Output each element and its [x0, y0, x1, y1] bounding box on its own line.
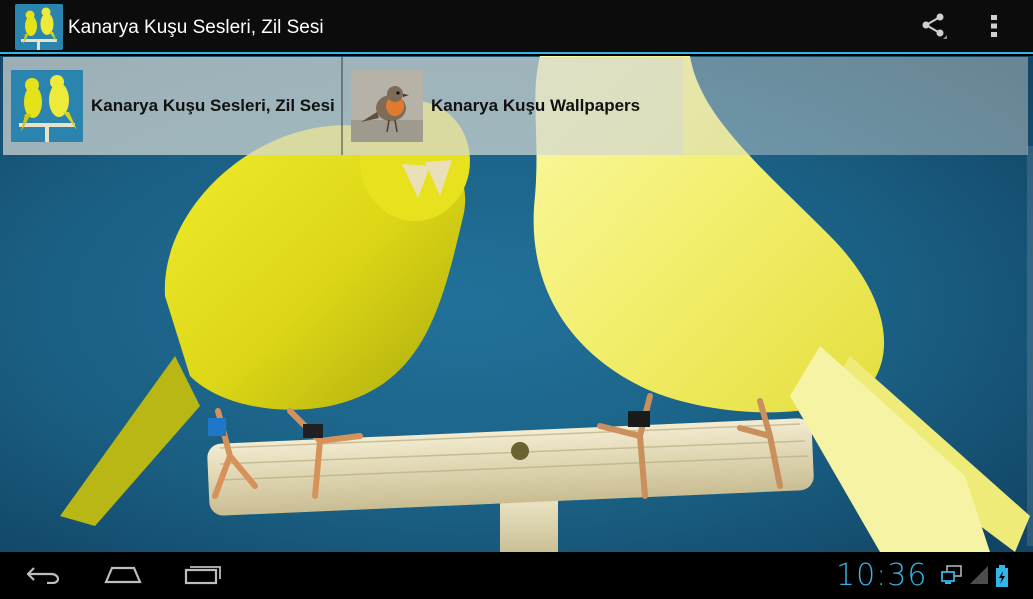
system-navigation-bar: 10:36 — [0, 552, 1033, 599]
promo-strip-filler — [683, 57, 1028, 155]
share-icon — [921, 12, 947, 45]
scroll-indicator — [1027, 146, 1033, 546]
network-icon — [941, 565, 963, 590]
back-button[interactable] — [13, 556, 73, 596]
signal-icon — [969, 565, 989, 590]
promo-label-wallpapers: Kanarya Kuşu Wallpapers — [431, 96, 641, 115]
promo-label-sounds: Kanarya Kuşu Sesleri, Zil Sesi — [91, 96, 335, 115]
recent-apps-button[interactable] — [173, 556, 233, 596]
overflow-menu-button[interactable] — [972, 8, 1016, 48]
recent-apps-icon — [184, 563, 222, 590]
battery-charging-icon — [995, 565, 1009, 592]
promo-item-wallpapers[interactable]: Kanarya Kuşu Wallpapers — [343, 57, 683, 155]
back-icon — [25, 564, 61, 589]
canary-thumbnail-icon — [11, 70, 83, 142]
share-button[interactable] — [912, 8, 956, 48]
status-clock: 10:36 — [836, 558, 928, 593]
home-button[interactable] — [93, 556, 153, 596]
app-icon[interactable] — [15, 4, 63, 50]
overflow-menu-icon — [990, 14, 998, 43]
promo-item-sounds[interactable]: Kanarya Kuşu Sesleri, Zil Sesi — [3, 57, 343, 155]
home-icon — [104, 564, 142, 589]
app-title: Kanarya Kuşu Sesleri, Zil Sesi — [68, 17, 324, 38]
action-bar: Kanarya Kuşu Sesleri, Zil Sesi — [0, 0, 1033, 54]
promo-strip: Kanarya Kuşu Sesleri, Zil Sesi Kanarya K… — [3, 57, 1028, 155]
robin-thumbnail-icon — [351, 70, 423, 142]
